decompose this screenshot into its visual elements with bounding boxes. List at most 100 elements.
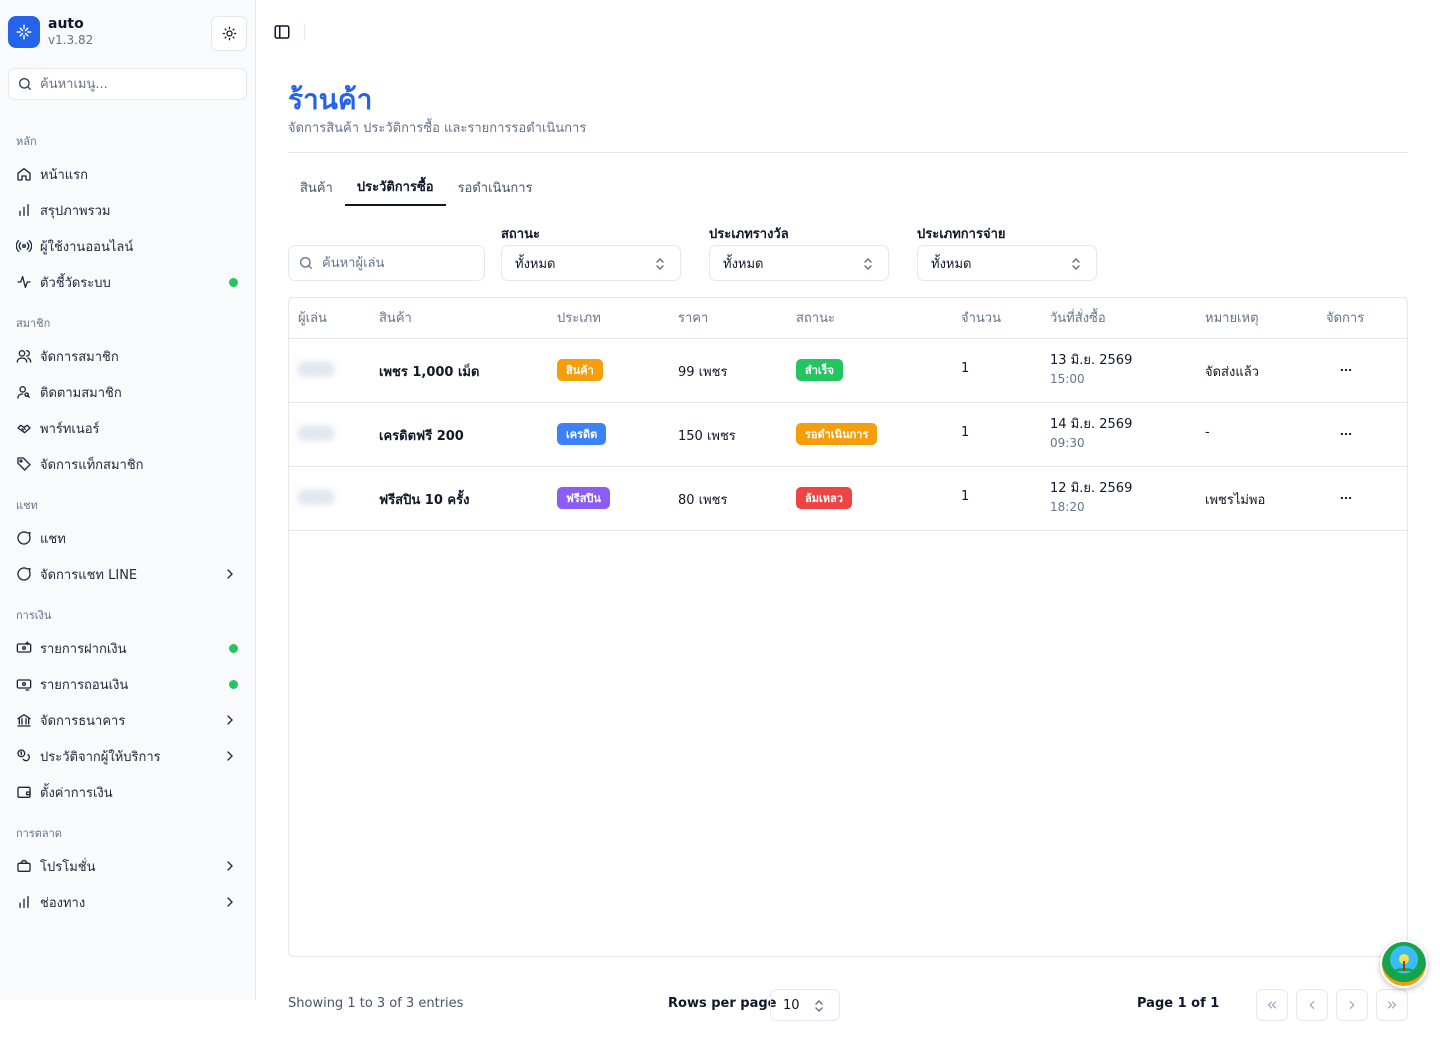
reward-type-filter-select[interactable]: ทั้งหมด [709, 245, 889, 281]
column-header-actions: จัดการ [1326, 311, 1365, 326]
sidebar-item[interactable]: ช่องทาง [8, 886, 248, 918]
next-page-button[interactable] [1336, 989, 1368, 1021]
island-icon [1393, 954, 1415, 971]
tab-products[interactable]: สินค้า [288, 168, 345, 206]
player-avatar-blurred [298, 425, 334, 441]
sidebar-search[interactable] [8, 68, 247, 100]
status-badge: รอดำเนินการ [796, 423, 878, 445]
sidebar-group-label: สมาชิก [16, 317, 51, 330]
note-cell: จัดส่งแล้ว [1205, 365, 1259, 380]
sidebar-item-label: จัดการสมาชิก [40, 349, 119, 365]
sidebar-search-input[interactable] [40, 76, 230, 92]
sidebar-item[interactable]: รายการถอนเงิน [8, 668, 248, 700]
player-search[interactable] [288, 245, 485, 281]
chevrons-up-down-icon [1072, 257, 1080, 271]
sidebar-item[interactable]: ประวัติจากผู้ให้บริการ [8, 740, 248, 772]
status-indicator-dot [229, 278, 238, 287]
sidebar-item[interactable]: จัดการธนาคาร [8, 704, 248, 736]
price-cell: 80 เพชร [678, 493, 728, 508]
note-cell: เพชรไม่พอ [1205, 493, 1266, 508]
sidebar-toggle-button[interactable] [272, 22, 292, 42]
tag-icon [17, 457, 31, 471]
sidebar-group-label: หลัก [16, 135, 37, 148]
chevron-right-icon [1349, 1000, 1355, 1010]
player-search-input[interactable] [322, 255, 472, 271]
row-actions-button[interactable] [1335, 487, 1357, 509]
status-indicator-dot [229, 680, 238, 689]
activity-icon [17, 276, 31, 288]
sidebar-item[interactable]: ตัวชี้วัดระบบ [8, 266, 248, 298]
brand-name: auto [48, 16, 84, 32]
page-indicator: Page 1 of 1 [1137, 996, 1220, 1011]
chevrons-up-down-icon [656, 257, 664, 271]
sidebar-item-label: ผู้ใช้งานออนไลน์ [40, 239, 134, 255]
sidebar-item-label: พาร์ทเนอร์ [40, 421, 100, 437]
chevron-right-icon [227, 569, 233, 579]
chevron-right-icon [227, 715, 233, 725]
header-divider [288, 152, 1408, 153]
sidebar-item[interactable]: แชท [8, 522, 248, 554]
withdraw-icon [16, 679, 32, 691]
sidebar-group-label: แชท [16, 499, 38, 512]
sidebar-item-label: โปรโมชั่น [40, 859, 96, 875]
row-actions-button[interactable] [1335, 359, 1357, 381]
brand[interactable]: auto v1.3.82 [8, 16, 93, 48]
table-row: เพชร 1,000 เม็ด สินค้า 99 เพชร สำเร็จ 1 13 มิ… [289, 339, 1407, 403]
sidebar-item-label: ช่องทาง [40, 895, 86, 911]
row-actions-button[interactable] [1335, 423, 1357, 445]
app-root: auto v1.3.82 หลักหน้าแรกสรุปภาพรวมผู้ใช้… [0, 0, 1440, 1053]
bar-chart-icon [19, 204, 29, 216]
sidebar-item-label: จัดการแท็กสมาชิก [40, 457, 144, 473]
sidebar-item[interactable]: รายการฝากเงิน [8, 632, 248, 664]
status-filter-label: สถานะ [501, 227, 540, 242]
more-horizontal-icon [1340, 368, 1352, 372]
floating-avatar-button[interactable] [1380, 940, 1428, 988]
coins-icon [17, 749, 30, 762]
more-horizontal-icon [1340, 496, 1352, 500]
type-badge: สินค้า [557, 359, 603, 381]
player-avatar-blurred [298, 489, 334, 505]
column-header-quantity: จำนวน [961, 311, 1001, 326]
order-date-cell: 13 มิ.ย. 2569 15:00 [1050, 352, 1132, 388]
sidebar-item[interactable]: จัดการแชท LINE [8, 558, 248, 590]
order-time: 09:30 [1050, 436, 1085, 450]
sidebar-item[interactable]: ตั้งค่าการเงิน [8, 776, 248, 808]
column-header-order-date: วันที่สั่งซื้อ [1050, 311, 1106, 326]
sidebar-item[interactable]: จัดการสมาชิก [8, 340, 248, 372]
bank-icon [17, 714, 31, 727]
quantity-cell: 1 [961, 489, 970, 504]
sidebar-item-label: หน้าแรก [40, 167, 88, 183]
sidebar-item[interactable]: ผู้ใช้งานออนไลน์ [8, 230, 248, 262]
wallet-icon [17, 786, 31, 798]
sidebar-item[interactable]: ติดตามสมาชิก [8, 376, 248, 408]
status-filter-value: ทั้งหมด [515, 256, 556, 272]
product-cell: เพชร 1,000 เม็ด [379, 365, 480, 380]
tab-purchase-history[interactable]: ประวัติการซื้อ [344, 168, 446, 206]
topbar-divider [304, 24, 305, 40]
column-header-note: หมายเหตุ [1205, 311, 1259, 326]
rows-per-page-select[interactable]: 10 [770, 989, 840, 1021]
status-filter-select[interactable]: ทั้งหมด [501, 245, 681, 281]
product-cell: เครดิตฟรี 200 [379, 429, 464, 444]
sidebar-item[interactable]: หน้าแรก [8, 158, 248, 190]
reward-type-filter-value: ทั้งหมด [723, 256, 764, 272]
handshake-icon [17, 424, 31, 434]
tab-pending[interactable]: รอดำเนินการ [446, 168, 545, 206]
sidebar-item[interactable]: สรุปภาพรวม [8, 194, 248, 226]
payment-type-filter-select[interactable]: ทั้งหมด [917, 245, 1097, 281]
radio-icon [16, 240, 32, 252]
sidebar-item[interactable]: โปรโมชั่น [8, 850, 248, 882]
page-subtitle: จัดการสินค้า ประวัติการซื้อ และรายการรอด… [288, 121, 587, 136]
product-cell: ฟรีสปิน 10 ครั้ง [379, 493, 470, 508]
sidebar-item[interactable]: จัดการแท็กสมาชิก [8, 448, 248, 480]
theme-toggle-button[interactable] [211, 16, 247, 51]
last-page-button[interactable] [1376, 989, 1408, 1021]
home-icon [17, 168, 31, 181]
purchase-history-table: ผู้เล่น สินค้า ประเภท ราคา สถานะ จำนวน ว… [288, 297, 1408, 957]
bar-chart-icon [19, 896, 29, 908]
brand-logo-icon [8, 16, 40, 48]
previous-page-button[interactable] [1296, 989, 1328, 1021]
sidebar-item[interactable]: พาร์ทเนอร์ [8, 412, 248, 444]
first-page-button[interactable] [1256, 989, 1288, 1021]
order-date: 13 มิ.ย. 2569 [1050, 353, 1133, 368]
